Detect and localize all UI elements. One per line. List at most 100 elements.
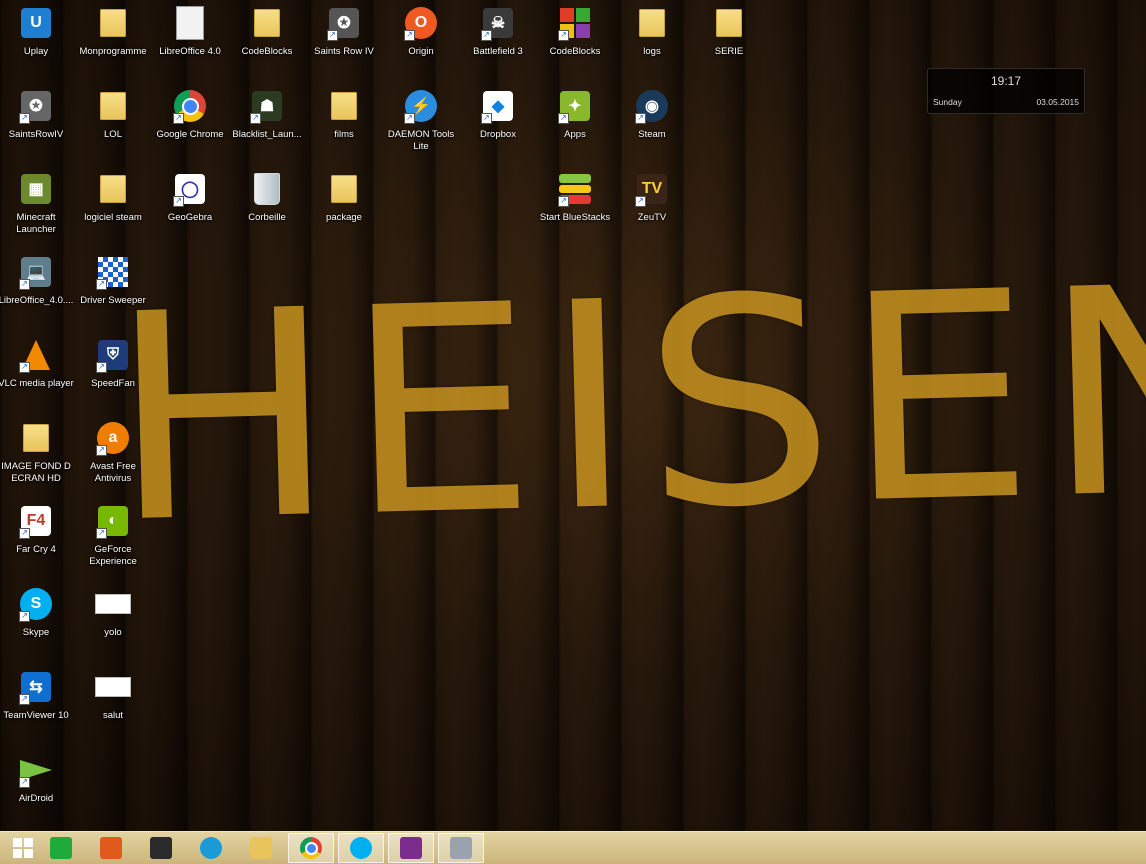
- desktop-icon-dropbox[interactable]: ◆ ↗ Dropbox: [459, 86, 537, 141]
- icon-image: ◯ ↗: [172, 171, 208, 207]
- shortcut-arrow-icon: ↗: [173, 196, 184, 207]
- icon-label: Battlefield 3: [473, 46, 523, 57]
- desktop-icon-geforce-experience[interactable]: ◐ ↗ GeForce Experience: [74, 501, 152, 568]
- taskbar-skype[interactable]: [338, 833, 384, 863]
- desktop-icon-speedfan[interactable]: ⛨ ↗ SpeedFan: [74, 335, 152, 390]
- desktop-icon-google-chrome[interactable]: ↗ Google Chrome: [151, 86, 229, 141]
- taskbar-app-2[interactable]: [88, 833, 134, 863]
- shortcut-arrow-icon: ↗: [558, 30, 569, 41]
- desktop-icon-libreoffice-4-0[interactable]: 💻 ↗ LibreOffice_4.0....: [0, 252, 75, 307]
- icon-label: Blacklist_Laun...: [232, 129, 302, 140]
- taskbar-app-9[interactable]: [438, 833, 484, 863]
- clock-gadget[interactable]: 19:17 Sunday 03.05.2015: [927, 68, 1085, 114]
- icon-image: S ↗: [18, 586, 54, 622]
- icon-image: ↗: [18, 337, 54, 373]
- shortcut-arrow-icon: ↗: [96, 528, 107, 539]
- gadget-day: Sunday: [933, 97, 962, 107]
- desktop-icon-codeblocks[interactable]: ↗ CodeBlocks: [536, 3, 614, 58]
- desktop-icon-corbeille[interactable]: Corbeille: [228, 169, 306, 224]
- app-icon: [100, 837, 122, 859]
- icon-label: CodeBlocks: [549, 46, 601, 57]
- desktop-icon-films[interactable]: films: [305, 86, 383, 141]
- icon-label: GeoGebra: [167, 212, 213, 223]
- icon-image: F4 ↗: [18, 503, 54, 539]
- desktop-icon-minecraft-launcher[interactable]: ▦ Minecraft Launcher: [0, 169, 75, 236]
- globe-icon: [200, 837, 222, 859]
- shortcut-arrow-icon: ↗: [19, 279, 30, 290]
- desktop-icon-daemon-tools-lite[interactable]: ⚡ ↗ DAEMON Tools Lite: [382, 86, 460, 153]
- shortcut-arrow-icon: ↗: [558, 113, 569, 124]
- icon-label: ZeuTV: [637, 212, 667, 223]
- shortcut-arrow-icon: ↗: [19, 611, 30, 622]
- icon-image: 💻 ↗: [18, 254, 54, 290]
- desktop-icon-image-fond-d-ecran-hd[interactable]: IMAGE FOND D ECRAN HD: [0, 418, 75, 485]
- desktop-icon-start-bluestacks[interactable]: ↗ Start BlueStacks: [536, 169, 614, 224]
- icon-image: [18, 420, 54, 456]
- desktop-icon-monprogramme[interactable]: Monprogramme: [74, 3, 152, 58]
- icon-label: films: [334, 129, 354, 140]
- folder-icon: [100, 6, 126, 37]
- desktop-icon-yolo[interactable]: yolo: [74, 584, 152, 639]
- taskbar-store[interactable]: [38, 833, 84, 863]
- icon-image: a ↗: [95, 420, 131, 456]
- gadget-time: 19:17: [990, 74, 1022, 88]
- desktop-icon-driver-sweeper[interactable]: ↗ Driver Sweeper: [74, 252, 152, 307]
- minecraft-launcher-icon: ▦: [21, 174, 51, 204]
- taskbar-explorer[interactable]: [238, 833, 284, 863]
- taskbar-chrome[interactable]: [288, 833, 334, 863]
- desktop-icon-blacklist-laun[interactable]: ☗ ↗ Blacklist_Laun...: [228, 86, 306, 141]
- folder-icon: [716, 6, 742, 37]
- icon-image: [326, 88, 362, 124]
- icon-label: Saints Row IV: [314, 46, 374, 57]
- shortcut-arrow-icon: ↗: [481, 113, 492, 124]
- icon-image: [326, 171, 362, 207]
- desktop-icon-origin[interactable]: O ↗ Origin: [382, 3, 460, 58]
- icon-label: GeForce Experience: [89, 544, 137, 567]
- icon-label: Skype: [22, 627, 50, 638]
- icon-image: [95, 586, 131, 622]
- icon-image: ◉ ↗: [634, 88, 670, 124]
- taskbar-app-3[interactable]: [138, 833, 184, 863]
- icon-image: [249, 171, 285, 207]
- desktop-icon-avast-free-antivirus[interactable]: a ↗ Avast Free Antivirus: [74, 418, 152, 485]
- desktop-icon-teamviewer-10[interactable]: ⇆ ↗ TeamViewer 10: [0, 667, 75, 722]
- icon-image: ◐ ↗: [95, 503, 131, 539]
- icon-label: IMAGE FOND D ECRAN HD: [1, 461, 71, 484]
- desktop-icon-battlefield-3[interactable]: ☠ ↗ Battlefield 3: [459, 3, 537, 58]
- shortcut-arrow-icon: ↗: [635, 196, 646, 207]
- icon-image: ◆ ↗: [480, 88, 516, 124]
- desktop-icon-vlc-media-player[interactable]: ↗ VLC media player: [0, 335, 75, 390]
- icon-label: LibreOffice_4.0....: [0, 295, 74, 306]
- desktop-icon-libreoffice-4-0[interactable]: LibreOffice 4.0: [151, 3, 229, 58]
- shortcut-arrow-icon: ↗: [19, 694, 30, 705]
- desktop-icon-salut[interactable]: salut: [74, 667, 152, 722]
- shortcut-arrow-icon: ↗: [481, 30, 492, 41]
- desktop-icon-geogebra[interactable]: ◯ ↗ GeoGebra: [151, 169, 229, 224]
- folder-icon: [331, 89, 357, 120]
- desktop-icon-serie[interactable]: SERIE: [690, 3, 768, 58]
- desktop-icon-codeblocks[interactable]: CodeBlocks: [228, 3, 306, 58]
- desktop-icon-zeutv[interactable]: TV ↗ ZeuTV: [613, 169, 691, 224]
- taskbar-winrar[interactable]: [388, 833, 434, 863]
- desktop-icon-package[interactable]: package: [305, 169, 383, 224]
- taskbar-app-4[interactable]: [188, 833, 234, 863]
- document-icon: [176, 6, 204, 40]
- shortcut-arrow-icon: ↗: [404, 30, 415, 41]
- desktop-icon-saintsrowiv[interactable]: ✪ ↗ SaintsRowIV: [0, 86, 75, 141]
- icon-label: LOL: [104, 129, 122, 140]
- desktop-icon-steam[interactable]: ◉ ↗ Steam: [613, 86, 691, 141]
- icon-image: U: [18, 5, 54, 41]
- icon-image: ↗: [557, 171, 593, 207]
- desktop-icon-logiciel-steam[interactable]: logiciel steam: [74, 169, 152, 224]
- desktop-icon-lol[interactable]: LOL: [74, 86, 152, 141]
- document-icon: [95, 594, 131, 614]
- desktop-icon-far-cry-4[interactable]: F4 ↗ Far Cry 4: [0, 501, 75, 556]
- desktop-icon-uplay[interactable]: U Uplay: [0, 3, 75, 58]
- desktop[interactable]: HEISENBE U Uplay Monprogramme LibreOffic…: [0, 0, 1146, 831]
- desktop-icon-airdroid[interactable]: ↗ AirDroid: [0, 750, 75, 805]
- desktop-icon-skype[interactable]: S ↗ Skype: [0, 584, 75, 639]
- shortcut-arrow-icon: ↗: [250, 113, 261, 124]
- desktop-icon-logs[interactable]: logs: [613, 3, 691, 58]
- desktop-icon-saints-row-iv[interactable]: ✪ ↗ Saints Row IV: [305, 3, 383, 58]
- desktop-icon-apps[interactable]: ✦ ↗ Apps: [536, 86, 614, 141]
